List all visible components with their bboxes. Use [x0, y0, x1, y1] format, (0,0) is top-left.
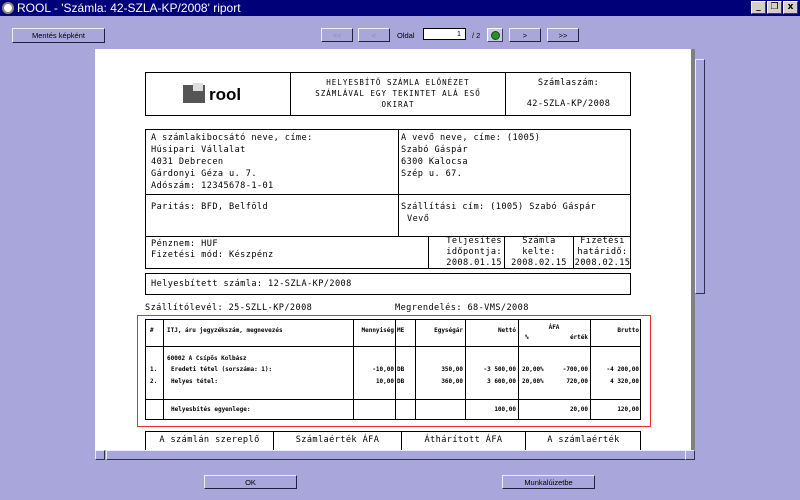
- refresh-button[interactable]: [487, 28, 503, 42]
- buyer-city: 6300 Kalocsa: [401, 157, 468, 167]
- last-page-button[interactable]: >>: [547, 28, 579, 42]
- scroll-right-arrow-icon[interactable]: [685, 450, 695, 460]
- invoice-number-label: Számlaszám:: [537, 78, 600, 88]
- summary-header-3: Áthárított ÁFA: [424, 435, 503, 445]
- invoice-date-label1: Számla: [522, 236, 556, 246]
- close-button[interactable]: x: [783, 1, 798, 14]
- buyer-name: Szabó Gáspár: [401, 145, 468, 155]
- parity: Paritás: BFD, Belföld: [151, 202, 269, 212]
- minimize-button[interactable]: _: [751, 1, 766, 14]
- horizontal-scroll-thumb[interactable]: [106, 450, 691, 460]
- payment-method: Fizetési mód: Készpénz: [151, 250, 274, 260]
- title-bar[interactable]: ROOL - 'Számla: 42-SZLA-KP/2008' riport …: [0, 0, 800, 16]
- worksheet-button[interactable]: Munkalúizetbe: [502, 475, 595, 489]
- fulfillment-date: 2008.01.15: [446, 258, 502, 268]
- report-title-line2: SZÁMLÁVAL EGY TEKINTET ALÁ ESŐ: [315, 89, 481, 98]
- corrected-invoice: Helyesbített számla: 12-SZLA-KP/2008: [151, 279, 352, 289]
- vertical-scrollbar[interactable]: [695, 49, 705, 450]
- buyer-street: Szép u. 67.: [401, 169, 463, 179]
- page-total: / 2: [472, 31, 481, 40]
- window-title: ROOL - 'Számla: 42-SZLA-KP/2008' riport: [17, 1, 241, 15]
- invoice-date: 2008.02.15: [511, 258, 567, 268]
- summary-header-2: Számlaérték ÁFA: [295, 435, 380, 445]
- delivery-note: Szállítólevél: 25-SZLL-KP/2008: [145, 303, 313, 313]
- invoice-date-label2: kelte:: [522, 247, 556, 257]
- summary-header-1: A számlán szereplő: [159, 435, 260, 445]
- due-date-label2: határidő:: [577, 247, 628, 257]
- fulfillment-label2: időpontja:: [446, 247, 502, 257]
- window-controls: _ ❐ x: [751, 1, 798, 14]
- ok-button[interactable]: OK: [204, 475, 297, 489]
- buyer-label: A vevő neve, címe: (1005): [401, 133, 541, 143]
- page-number-input[interactable]: 1: [423, 28, 466, 40]
- due-date-label1: Fizetési: [580, 236, 625, 246]
- seller-name: Húsipari Vállalat: [151, 145, 246, 155]
- report-title-line3: OKIRAT: [381, 100, 415, 109]
- report-title-line1: HELYESBÍTŐ SZÁMLA ELŐNÉZET: [326, 78, 470, 87]
- next-page-button[interactable]: >: [509, 28, 541, 42]
- app-icon: [2, 2, 14, 14]
- rool-logo: rool: [183, 83, 257, 105]
- seller-label: A számlakibocsátó neve, címe:: [151, 133, 313, 143]
- horizontal-scrollbar[interactable]: [95, 450, 705, 460]
- invoice-number: 42-SZLA-KP/2008: [526, 99, 611, 109]
- seller-street: Gárdonyi Géza u. 7.: [151, 169, 257, 179]
- vertical-scroll-thumb[interactable]: [695, 59, 705, 294]
- summary-header-4: A számlaérték: [547, 435, 620, 445]
- seller-tax-number: Adószám: 12345678-1-01: [151, 181, 274, 191]
- shipping-address-line2: Vevő: [407, 214, 430, 224]
- shipping-address-line1: Szállítási cím: (1005) Szabó Gáspár: [401, 202, 597, 212]
- status-bar: [0, 494, 800, 500]
- restore-button[interactable]: ❐: [767, 1, 782, 14]
- logo-text: rool: [209, 85, 242, 104]
- seller-city: 4031 Debrecen: [151, 157, 224, 167]
- page-label: Oldal: [397, 31, 415, 40]
- highlight-box: [137, 315, 651, 427]
- first-page-button[interactable]: <<: [321, 28, 353, 42]
- due-date: 2008.02.15: [574, 258, 631, 268]
- refresh-icon: [490, 30, 500, 40]
- report-viewer[interactable]: rool HELYESBÍTŐ SZÁMLA ELŐNÉZET SZÁMLÁVA…: [95, 49, 705, 460]
- scroll-left-arrow-icon[interactable]: [95, 450, 105, 460]
- prev-page-button[interactable]: <: [358, 28, 390, 42]
- currency: Pénznem: HUF: [151, 239, 218, 249]
- save-as-image-button[interactable]: Mentés képként: [12, 28, 105, 43]
- order-number: Megrendelés: 68-VMS/2008: [395, 303, 529, 313]
- fulfillment-label1: Teljesítés: [446, 236, 502, 246]
